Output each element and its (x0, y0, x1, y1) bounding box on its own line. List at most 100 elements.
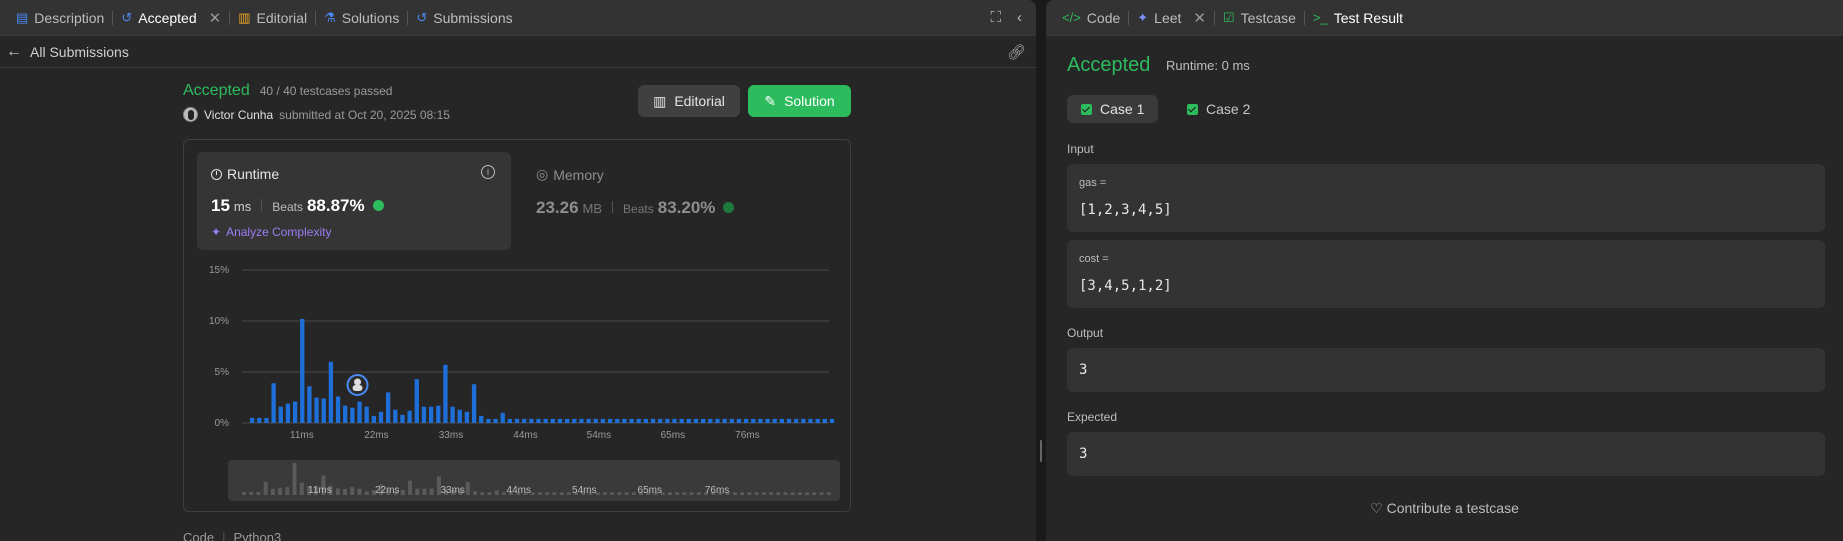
chart-bar (722, 418, 727, 423)
right-panel: </> Code ✦ Leet ✕ ☑ Testcase >_ Test Res… (1046, 0, 1843, 541)
chart-bar (378, 411, 384, 423)
result-status: Accepted (1067, 54, 1151, 76)
chart-bar (335, 396, 341, 423)
solution-button-label: Solution (784, 93, 835, 109)
y-tick-label: 10% (209, 316, 229, 327)
link-icon[interactable]: 🔗︎ (1007, 43, 1026, 61)
chart-bar (564, 418, 570, 423)
navigator-bar (530, 492, 535, 495)
navigator-bar (689, 492, 694, 495)
tabbar-actions: ⛶ ‹ (990, 9, 1036, 26)
sparkle-icon: ✦ (1137, 9, 1149, 25)
chart-bar (586, 418, 591, 423)
chart-bar (715, 418, 720, 423)
close-icon[interactable]: ✕ (209, 9, 222, 27)
chart-bar (786, 418, 792, 423)
submitted-at: submitted at Oct 20, 2025 08:15 (279, 107, 450, 122)
runtime-distribution-chart[interactable]: 15% 10% 5% 0% 11ms 22ms 33ms 44ms 54ms 65ms 76ms 11… (184, 140, 852, 513)
chart-bar (343, 405, 348, 423)
navigator-tick-label: 76ms (705, 485, 729, 496)
navigator-bar (242, 492, 246, 495)
navigator-bar (761, 492, 766, 495)
input-value: [3,4,5,1,2] (1079, 278, 1172, 294)
x-tick-label: 11ms (290, 430, 314, 441)
all-submissions-link[interactable]: All Submissions (30, 44, 129, 60)
navigator-bar (783, 492, 788, 495)
case-1-tab[interactable]: Case 1 (1067, 95, 1159, 123)
code-section-label: Code | Python3 (183, 530, 281, 541)
chart-bar (400, 414, 405, 423)
code-language: Python3 (233, 530, 282, 541)
chart-bar (700, 418, 706, 423)
tab-editorial[interactable]: ▥ Editorial (230, 0, 315, 36)
contribute-testcase-link[interactable]: ♡ Contribute a testcase (1046, 500, 1843, 517)
chart-bar (443, 364, 448, 423)
chart-bar (636, 418, 641, 423)
check-icon (1187, 103, 1198, 115)
chart-bar (386, 392, 391, 423)
navigator-bar (270, 488, 275, 495)
tab-label: Solutions (341, 9, 400, 26)
output-label: Output (1067, 326, 1104, 340)
book-icon: ▥ (238, 9, 251, 25)
panel-resize-handle[interactable] (1040, 440, 1042, 462)
chart-bar (292, 401, 298, 423)
navigator-tick-label: 44ms (507, 485, 531, 496)
author-name[interactable]: Victor Cunha (204, 108, 273, 122)
editorial-button[interactable]: ▥ Editorial (638, 85, 740, 117)
chart-bar (665, 418, 670, 423)
tab-solutions[interactable]: ⚗ Solutions (316, 0, 407, 36)
history-icon: ↺ (121, 9, 133, 25)
navigator-tick-label: 11ms (308, 485, 332, 496)
chart-bar (357, 401, 362, 423)
close-icon[interactable]: ✕ (1193, 9, 1206, 27)
avatar[interactable] (183, 107, 198, 122)
tab-code[interactable]: </> Code (1054, 0, 1128, 36)
chart-bar (507, 418, 513, 423)
tab-submissions[interactable]: ↺ Submissions (408, 0, 520, 36)
y-tick-label: 0% (215, 418, 230, 429)
chart-bar (693, 418, 699, 423)
left-panel: ▤ Description ↺ Accepted ✕ ▥ Editorial ⚗… (0, 0, 1036, 541)
history-icon: ↺ (416, 9, 428, 25)
x-tick-label: 76ms (735, 430, 759, 441)
tab-description[interactable]: ▤ Description (8, 0, 112, 36)
navigator-tick-label: 33ms (440, 485, 464, 496)
chart-bar (536, 418, 541, 423)
tab-test-result[interactable]: >_ Test Result (1305, 0, 1411, 36)
app-root: ▤ Description ↺ Accepted ✕ ▥ Editorial ⚗… (0, 0, 1843, 541)
navigator-bar (552, 492, 557, 495)
chart-bar (829, 418, 835, 423)
label-separator: | (222, 530, 226, 541)
edit-icon: ✎ (764, 92, 777, 109)
navigator-bar (256, 492, 261, 495)
navigator-bar (610, 492, 615, 495)
doc-icon: ▤ (16, 9, 29, 25)
chart-bar (593, 418, 598, 423)
navigator-bar (805, 492, 810, 495)
arrow-left-icon[interactable]: ← (6, 43, 22, 61)
tab-label: Leet (1154, 9, 1182, 26)
navigator-bar (292, 462, 297, 495)
tab-leet[interactable]: ✦ Leet ✕ (1129, 0, 1214, 36)
chart-bar (421, 406, 427, 423)
chart-bar (658, 418, 663, 423)
chart-bar (328, 361, 334, 423)
tab-accepted[interactable]: ↺ Accepted ✕ (113, 0, 229, 36)
navigator-bar (696, 492, 701, 495)
chart-bar (751, 418, 756, 423)
navigator-bar (350, 487, 355, 495)
chart-bar (772, 418, 777, 423)
chevron-left-icon[interactable]: ‹ (1017, 9, 1022, 26)
author-row: Victor Cunha submitted at Oct 20, 2025 0… (183, 107, 450, 122)
tab-testcase[interactable]: ☑ Testcase (1215, 0, 1304, 36)
y-tick-label: 5% (215, 367, 230, 378)
solution-button[interactable]: ✎ Solution (748, 85, 851, 117)
fullscreen-icon[interactable]: ⛶ (990, 9, 1001, 26)
navigator-bar (545, 492, 550, 495)
navigator-tick-label: 54ms (572, 485, 596, 496)
navigator-bar (754, 492, 759, 495)
input-value: [1,2,3,4,5] (1079, 202, 1172, 218)
case-2-tab[interactable]: Case 2 (1173, 95, 1264, 123)
chart-bar (679, 418, 684, 423)
